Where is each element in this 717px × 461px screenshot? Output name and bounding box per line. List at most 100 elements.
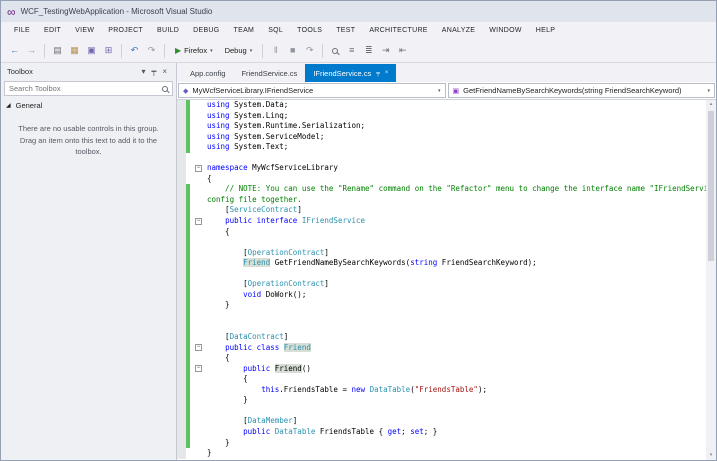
breakpoint-margin[interactable] xyxy=(177,111,186,122)
code-line[interactable]: config file together. xyxy=(177,195,706,206)
find-icon[interactable] xyxy=(332,48,338,54)
vertical-scrollbar[interactable]: ▴ ▾ xyxy=(706,100,716,460)
menu-file[interactable]: FILE xyxy=(7,27,37,34)
code-line[interactable]: using System.Text; xyxy=(177,142,706,153)
breakpoint-margin[interactable] xyxy=(177,269,186,280)
code-line[interactable] xyxy=(177,311,706,322)
start-debug-firefox-button[interactable]: ▶Firefox▾ xyxy=(170,42,218,59)
code-line[interactable] xyxy=(177,153,706,164)
code-line[interactable]: [ServiceContract] xyxy=(177,205,706,216)
breakpoint-margin[interactable] xyxy=(177,153,186,164)
tab-friendservice-cs[interactable]: FriendService.cs xyxy=(233,64,305,82)
break-all-icon[interactable]: ‖ xyxy=(268,43,283,58)
code-line[interactable]: } xyxy=(177,395,706,406)
code-line[interactable]: using System.Linq; xyxy=(177,111,706,122)
menu-team[interactable]: TEAM xyxy=(227,27,262,34)
scroll-down-icon[interactable]: ▾ xyxy=(706,451,716,460)
code-line[interactable]: void DoWork(); xyxy=(177,290,706,301)
title-bar[interactable]: ∞ WCF_TestingWebApplication - Microsoft … xyxy=(1,1,716,22)
menu-test[interactable]: TEST xyxy=(329,27,362,34)
menu-project[interactable]: PROJECT xyxy=(101,27,150,34)
menu-sql[interactable]: SQL xyxy=(261,27,290,34)
navigate-backward-icon[interactable]: ← xyxy=(7,43,22,58)
breakpoint-margin[interactable] xyxy=(177,132,186,143)
code-line[interactable]: } xyxy=(177,438,706,449)
breakpoint-margin[interactable] xyxy=(177,448,186,459)
code-line[interactable]: } xyxy=(177,300,706,311)
code-line[interactable] xyxy=(177,321,706,332)
breakpoint-margin[interactable] xyxy=(177,290,186,301)
menu-debug[interactable]: DEBUG xyxy=(186,27,226,34)
breakpoint-margin[interactable] xyxy=(177,258,186,269)
code-line[interactable]: { xyxy=(177,174,706,185)
breakpoint-margin[interactable] xyxy=(177,121,186,132)
close-icon[interactable]: × xyxy=(159,67,170,76)
toolbox-header[interactable]: Toolbox ▾ ┯ × xyxy=(1,63,176,80)
code-line[interactable]: − public interface IFriendService xyxy=(177,216,706,227)
code-line[interactable]: − public class Friend xyxy=(177,343,706,354)
code-line[interactable]: − public Friend() xyxy=(177,364,706,375)
tab-ifriendservice-cs[interactable]: IFriendService.cs┯× xyxy=(305,64,396,82)
breakpoint-margin[interactable] xyxy=(177,174,186,185)
breakpoint-margin[interactable] xyxy=(177,374,186,385)
breakpoint-margin[interactable] xyxy=(177,321,186,332)
new-file-icon[interactable]: ▤ xyxy=(50,43,65,58)
code-line[interactable]: using System.Runtime.Serialization; xyxy=(177,121,706,132)
menu-build[interactable]: BUILD xyxy=(150,27,186,34)
breakpoint-margin[interactable] xyxy=(177,332,186,343)
pin-icon[interactable]: ┯ xyxy=(149,67,160,76)
fold-toggle-icon[interactable]: − xyxy=(195,165,202,172)
breakpoint-margin[interactable] xyxy=(177,248,186,259)
code-line[interactable]: this.FriendsTable = new DataTable("Frien… xyxy=(177,385,706,396)
solution-configuration-combo[interactable]: Debug▾ xyxy=(220,42,258,59)
uncomment-icon[interactable]: ≣ xyxy=(361,43,376,58)
comment-icon[interactable]: ≡ xyxy=(344,43,359,58)
code-line[interactable]: { xyxy=(177,227,706,238)
breakpoint-margin[interactable] xyxy=(177,406,186,417)
menu-edit[interactable]: EDIT xyxy=(37,27,68,34)
menu-analyze[interactable]: ANALYZE xyxy=(435,27,482,34)
stop-icon[interactable]: ■ xyxy=(285,43,300,58)
breakpoint-margin[interactable] xyxy=(177,279,186,290)
code-editor[interactable]: using System.Data;using System.Linq;usin… xyxy=(177,100,716,460)
breakpoint-margin[interactable] xyxy=(177,438,186,449)
breakpoint-margin[interactable] xyxy=(177,364,186,375)
indent-icon[interactable]: ⇥ xyxy=(378,43,393,58)
breakpoint-margin[interactable] xyxy=(177,142,186,153)
breakpoint-margin[interactable] xyxy=(177,427,186,438)
code-line[interactable]: public DataTable FriendsTable { get; set… xyxy=(177,427,706,438)
breakpoint-margin[interactable] xyxy=(177,184,186,195)
member-dropdown[interactable]: ▣ GetFriendNameBySearchKeywords(string F… xyxy=(448,83,716,98)
fold-toggle-icon[interactable]: − xyxy=(195,365,202,372)
code-line[interactable]: −namespace MyWcfServiceLibrary xyxy=(177,163,706,174)
breakpoint-margin[interactable] xyxy=(177,353,186,364)
code-line[interactable] xyxy=(177,406,706,417)
chevron-down-icon[interactable]: ▾ xyxy=(434,88,445,94)
breakpoint-margin[interactable] xyxy=(177,237,186,248)
breakpoint-margin[interactable] xyxy=(177,343,186,354)
code-line[interactable]: Friend GetFriendNameBySearchKeywords(str… xyxy=(177,258,706,269)
toolbox-search-box[interactable] xyxy=(4,81,173,96)
window-position-icon[interactable]: ▾ xyxy=(138,67,148,76)
open-file-icon[interactable]: ▦ xyxy=(67,43,82,58)
close-icon[interactable]: × xyxy=(385,70,389,76)
tab-app-config[interactable]: App.config xyxy=(182,64,233,82)
menu-view[interactable]: VIEW xyxy=(68,27,101,34)
save-all-icon[interactable]: ⊞ xyxy=(101,43,116,58)
breakpoint-margin[interactable] xyxy=(177,100,186,111)
breakpoint-margin[interactable] xyxy=(177,416,186,427)
toolbox-search-input[interactable] xyxy=(5,84,158,93)
pin-icon[interactable]: ┯ xyxy=(376,70,380,77)
code-line[interactable]: [OperationContract] xyxy=(177,248,706,259)
redo-icon[interactable]: ↷ xyxy=(144,43,159,58)
fold-toggle-icon[interactable]: − xyxy=(195,344,202,351)
save-icon[interactable]: ▣ xyxy=(84,43,99,58)
breakpoint-margin[interactable] xyxy=(177,300,186,311)
code-line[interactable]: [DataMember] xyxy=(177,416,706,427)
scroll-up-icon[interactable]: ▴ xyxy=(706,100,716,109)
code-line[interactable]: using System.Data; xyxy=(177,100,706,111)
menu-tools[interactable]: TOOLS xyxy=(290,27,329,34)
menu-architecture[interactable]: ARCHITECTURE xyxy=(362,27,434,34)
breakpoint-margin[interactable] xyxy=(177,395,186,406)
menu-window[interactable]: WINDOW xyxy=(482,27,529,34)
